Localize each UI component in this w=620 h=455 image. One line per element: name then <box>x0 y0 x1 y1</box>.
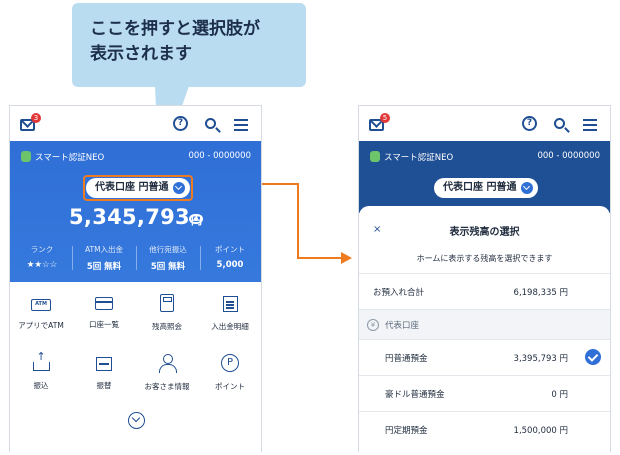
callout-bubble: ここを押すと選択肢が 表示されます <box>72 3 306 87</box>
stat-label: ポイント <box>215 245 245 254</box>
menu-tile-points[interactable]: P ポイント <box>199 354 261 406</box>
sheet-title: 表示残高の選択 <box>449 227 520 238</box>
menu-tile-transfer[interactable]: 振替 <box>73 354 135 406</box>
mail-badge: 3 <box>31 113 41 123</box>
help-icon[interactable]: ? <box>522 116 537 131</box>
stat-value: 5,000 <box>216 260 244 270</box>
stat-transfer: 他行宛振込 5回 無料 <box>138 244 198 274</box>
total-row[interactable]: お預入れ合計 6,198,335 円 <box>359 273 610 309</box>
check-icon <box>585 349 601 365</box>
phone-home-screen: 3 ? スマート認証NEO 000 - 0000000 代表口座 円普通 5,3… <box>9 105 262 452</box>
row-label: 豪ドル普通預金 <box>385 390 445 400</box>
chevron-down-icon <box>521 182 533 194</box>
stat-value: ★★☆☆ <box>26 260 58 270</box>
section-header: ¥ 代表口座 <box>359 309 610 339</box>
stat-divider <box>136 246 137 270</box>
row-value: 0 円 <box>551 390 568 400</box>
menu-tile-statement[interactable]: 入出金明細 <box>199 294 261 346</box>
tile-label: 振込 <box>33 381 49 390</box>
top-bar: 3 ? <box>10 106 261 141</box>
app-logo-icon <box>370 151 380 162</box>
cards-icon <box>95 297 113 310</box>
account-number: 000 - 0000000 <box>188 151 251 161</box>
section-label: 代表口座 <box>385 321 420 331</box>
calculator-icon <box>160 294 174 312</box>
stat-atm: ATM入出金 5回 無料 <box>74 244 134 274</box>
app-name: スマート認証NEO <box>35 153 105 163</box>
stat-label: ATM入出金 <box>84 245 124 254</box>
mail-badge: 5 <box>380 113 390 123</box>
balance-hero: スマート認証NEO 000 - 0000000 代表口座 円普通 5,345,7… <box>10 141 261 282</box>
sheet-subtitle: ホームに表示する残高を選択できます <box>416 254 553 263</box>
row-value: 6,198,335 円 <box>513 288 568 298</box>
row-value: 1,500,000 円 <box>513 426 568 436</box>
stat-value: 5回 無料 <box>150 262 186 272</box>
callout-text: ここを押すと選択肢が 表示されます <box>90 19 260 64</box>
balance-option-row[interactable]: 円普通預金 3,395,793 円 <box>359 339 610 375</box>
help-icon[interactable]: ? <box>173 116 188 131</box>
point-icon: P <box>221 354 239 372</box>
stat-label: 他行宛振込 <box>149 245 187 254</box>
top-bar: 5 ? <box>359 106 610 141</box>
tile-label: お客さま情報 <box>144 382 190 391</box>
menu-icon[interactable] <box>234 119 248 131</box>
balance-select-sheet: × 表示残高の選択 ホームに表示する残高を選択できます お預入れ合計 6,198… <box>359 206 610 452</box>
transfer-icon <box>96 357 112 371</box>
search-icon[interactable] <box>554 118 565 129</box>
tile-label: 残高照会 <box>152 322 182 331</box>
tile-label: ポイント <box>215 382 245 391</box>
row-value: 3,395,793 円 <box>513 354 568 364</box>
stat-divider <box>72 246 73 270</box>
account-number: 000 - 0000000 <box>537 151 600 161</box>
stat-rank: ランク ★★☆☆ <box>14 244 70 274</box>
person-icon <box>158 354 177 373</box>
eye-icon[interactable] <box>189 214 203 224</box>
balance-option-row[interactable]: 円定期預金 1,500,000 円 <box>359 411 610 447</box>
menu-tile-customer-info[interactable]: お客さま情報 <box>136 354 198 406</box>
balance-hero-dimmed: スマート認証NEO 000 - 0000000 代表口座 円普通 <box>359 141 610 213</box>
statement-icon <box>222 296 238 312</box>
phone-balance-selector: 5 ? スマート認証NEO 000 - 0000000 代表口座 円普通 × 表… <box>358 105 611 452</box>
account-select-label: 代表口座 円普通 <box>443 182 517 193</box>
balance-option-row[interactable]: 豪ドル普通預金 0 円 <box>359 375 610 411</box>
tile-label: 振替 <box>96 381 112 390</box>
tile-label: 入出金明細 <box>211 322 249 331</box>
row-label: お預入れ合計 <box>373 288 425 298</box>
menu-tile-balance[interactable]: 残高照会 <box>136 294 198 346</box>
balance-value: 5,345,793 <box>69 205 190 229</box>
stat-label: ランク <box>30 245 54 254</box>
tile-label: アプリでATM <box>18 321 64 330</box>
app-name: スマート認証NEO <box>384 153 454 163</box>
stats-row: ランク ★★☆☆ ATM入出金 5回 無料 他行宛振込 5回 無料 ポイント 5… <box>10 244 261 274</box>
menu-tile-send[interactable]: 振込 <box>10 350 72 406</box>
menu-tile-accounts[interactable]: 口座一覧 <box>73 294 135 346</box>
menu-icon[interactable] <box>583 119 597 131</box>
stat-divider <box>200 246 201 270</box>
search-icon[interactable] <box>205 118 216 129</box>
tile-label: 口座一覧 <box>89 320 119 329</box>
stat-value: 5回 無料 <box>86 262 122 272</box>
atm-icon: ATM <box>31 299 51 311</box>
yen-icon: ¥ <box>367 319 379 331</box>
account-select-button[interactable]: 代表口座 円普通 <box>434 178 538 198</box>
expand-menu-chevron-icon[interactable] <box>128 412 145 429</box>
menu-grid: ATM アプリでATM 口座一覧 残高照会 入出金明細 振込 振替 お客さま情報 <box>10 294 261 414</box>
send-money-icon <box>32 350 50 371</box>
stat-points: ポイント 5,000 <box>202 244 258 274</box>
row-label: 円普通預金 <box>385 354 428 364</box>
balance-amount: 5,345,793円 <box>69 205 202 229</box>
menu-tile-atm[interactable]: ATM アプリでATM <box>10 294 72 346</box>
app-logo-icon <box>21 151 31 162</box>
highlight-frame <box>83 175 193 201</box>
row-label: 円定期預金 <box>385 426 428 436</box>
